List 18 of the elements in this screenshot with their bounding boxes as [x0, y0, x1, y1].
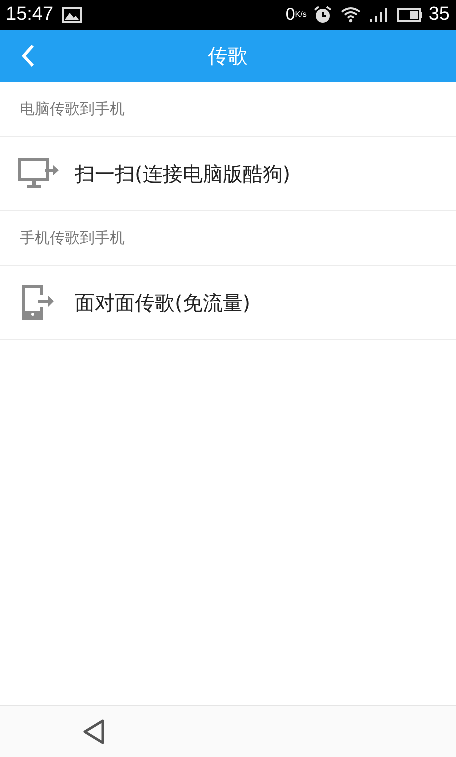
battery-level: 35 — [428, 2, 450, 27]
network-speed: 0 — [286, 4, 296, 26]
page-title: 传歌 — [208, 43, 248, 70]
section-header: 手机传歌到手机 — [20, 228, 125, 249]
section-header: 电脑传歌到手机 — [20, 98, 125, 120]
signal-icon — [368, 7, 389, 23]
monitor-arrow-icon — [18, 158, 60, 190]
network-speed-unit: K/s — [295, 11, 307, 19]
list-item[interactable]: 面对面传歌(免流量) — [0, 266, 456, 340]
phone-arrow-icon — [22, 284, 56, 320]
battery-icon — [396, 7, 423, 23]
wifi-icon — [340, 7, 361, 23]
back-icon — [21, 44, 35, 68]
picture-icon — [62, 7, 82, 23]
alarm-icon — [312, 5, 333, 25]
list-item[interactable]: 扫一扫(连接电脑版酷狗) — [0, 137, 456, 211]
status-time: 15:47 — [6, 2, 54, 27]
back-nav-icon[interactable] — [82, 718, 106, 744]
